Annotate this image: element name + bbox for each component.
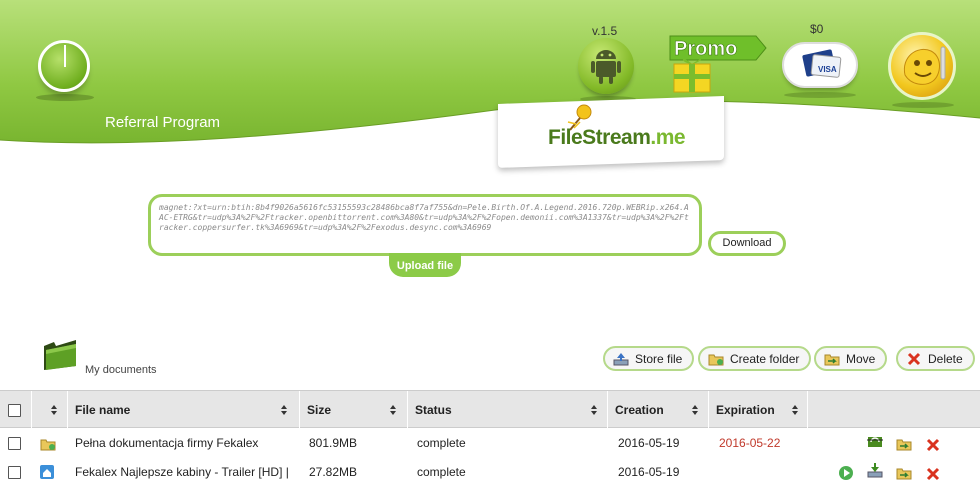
column-header-status-label: Status	[415, 403, 452, 417]
referral-program-link[interactable]: Referral Program	[105, 114, 220, 131]
download-icon[interactable]	[867, 462, 883, 478]
move-icon[interactable]	[896, 436, 912, 452]
table-row[interactable]: Pełna dokumentacja firmy Fekalex 801.9MB…	[0, 429, 980, 458]
promo-button[interactable]: Promo	[664, 32, 768, 96]
move-icon[interactable]	[896, 465, 912, 481]
my-documents-title: My documents	[85, 364, 157, 376]
sort-icon	[692, 405, 698, 415]
file-expiration	[719, 458, 807, 487]
app-root: Referral Program v.1.5 Promo $0 VISA Fil…	[0, 0, 980, 501]
file-status: complete	[417, 436, 466, 450]
column-header-icon[interactable]	[31, 391, 65, 429]
delete-icon	[907, 352, 921, 365]
my-documents-folder-icon	[44, 340, 76, 370]
column-header-actions	[807, 391, 980, 429]
sort-icon	[792, 405, 798, 415]
column-header-creation-label: Creation	[615, 403, 664, 417]
payment-card-icon[interactable]: VISA	[782, 42, 858, 88]
row-checkbox[interactable]	[8, 437, 21, 450]
magnet-link-input[interactable]: magnet:?xt=urn:btih:8b4f9026a5616fc53155…	[148, 194, 702, 256]
sort-icon	[281, 405, 287, 415]
file-creation: 2016-05-19	[618, 436, 680, 450]
refresh-icon[interactable]	[865, 434, 885, 450]
header: Referral Program v.1.5 Promo $0 VISA Fil…	[0, 0, 980, 170]
delete-icon[interactable]	[925, 466, 941, 482]
move-label: Move	[846, 351, 876, 366]
store-file-label: Store file	[635, 351, 683, 366]
download-button[interactable]: Download	[708, 231, 786, 256]
file-size: 801.9MB	[309, 436, 358, 450]
move-icon	[824, 354, 840, 365]
logo[interactable]: FileStream.me	[548, 126, 686, 150]
file-expiration: 2016-05-22	[719, 436, 781, 450]
table-header: File name Size Status Creation Expiratio…	[0, 390, 980, 429]
avatar-shadow	[892, 102, 954, 108]
logo-text-main: FileStream	[548, 126, 651, 149]
column-header-expiration[interactable]: Expiration	[708, 391, 806, 429]
balance-label: $0	[810, 22, 824, 36]
svg-text:VISA: VISA	[818, 65, 837, 74]
select-all-checkbox[interactable]	[8, 404, 21, 417]
store-file-button[interactable]: Store file	[603, 346, 695, 371]
file-name[interactable]: Pełna dokumentacja firmy Fekalex	[75, 429, 297, 458]
column-header-file-name[interactable]: File name	[67, 391, 297, 429]
delete-button[interactable]: Delete	[896, 346, 975, 371]
column-header-size[interactable]: Size	[299, 391, 405, 429]
file-creation: 2016-05-19	[618, 465, 680, 479]
column-header-status[interactable]: Status	[407, 391, 605, 429]
android-icon[interactable]	[578, 38, 634, 94]
file-size: 27.82MB	[309, 465, 358, 479]
file-name[interactable]: Fekalex Najlepsze kabiny - Trailer [HD] …	[75, 458, 297, 487]
delete-label: Delete	[928, 351, 963, 366]
move-button[interactable]: Move	[814, 346, 888, 371]
sort-icon	[591, 405, 597, 415]
logo-text-domain: .me	[650, 126, 686, 149]
delete-icon[interactable]	[925, 437, 941, 453]
card-shadow	[784, 92, 856, 98]
video-file-icon	[40, 465, 54, 479]
create-folder-button[interactable]: Create folder	[698, 346, 812, 371]
column-header-size-label: Size	[307, 403, 332, 417]
avatar[interactable]	[888, 32, 956, 100]
folder-icon	[40, 439, 56, 451]
create-folder-label: Create folder	[730, 351, 800, 366]
promo-label: Promo	[674, 38, 737, 60]
sort-icon	[390, 405, 396, 415]
row-checkbox[interactable]	[8, 466, 21, 479]
column-header-expiration-label: Expiration	[716, 403, 775, 417]
table-row[interactable]: Fekalex Najlepsze kabiny - Trailer [HD] …	[0, 458, 980, 487]
upload-file-button[interactable]: Upload file	[389, 253, 461, 277]
play-icon[interactable]	[838, 465, 854, 481]
column-header-file-name-label: File name	[75, 403, 131, 417]
power-shadow	[36, 94, 94, 101]
create-folder-icon	[708, 354, 724, 365]
version-label: v.1.5	[592, 24, 618, 38]
column-header-creation[interactable]: Creation	[607, 391, 707, 429]
power-icon[interactable]	[38, 40, 90, 92]
store-file-icon	[613, 352, 629, 365]
file-status: complete	[417, 465, 466, 479]
sort-icon	[51, 405, 57, 415]
